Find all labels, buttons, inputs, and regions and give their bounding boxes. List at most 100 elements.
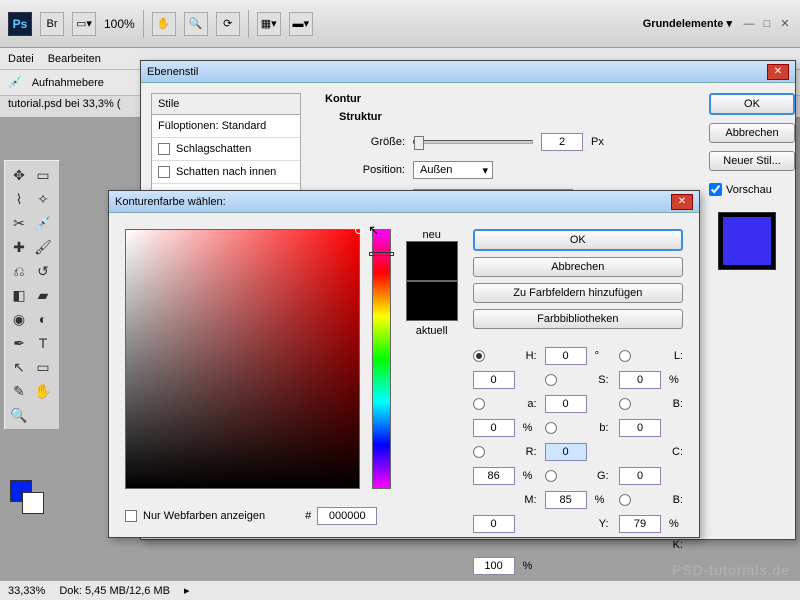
background-color-swatch[interactable] <box>22 492 44 514</box>
a-input[interactable] <box>545 395 587 413</box>
rgb-b-input[interactable] <box>473 515 515 533</box>
lasso-tool-icon[interactable]: ⌇ <box>7 187 31 211</box>
shape-tool-icon[interactable]: ▭ <box>31 355 55 379</box>
radio-h[interactable] <box>473 350 485 362</box>
size-slider[interactable] <box>413 140 533 144</box>
crop-tool-icon[interactable]: ✂ <box>7 211 31 235</box>
position-label: Position: <box>325 164 405 176</box>
stamp-tool-icon[interactable]: ⎌ <box>7 259 31 283</box>
expand-icon[interactable]: ▸ <box>184 584 190 597</box>
size-input[interactable] <box>541 133 583 151</box>
hand-tool-icon[interactable]: ✋ <box>152 12 176 36</box>
r-input[interactable] <box>545 443 587 461</box>
history-brush-icon[interactable]: ↺ <box>31 259 55 283</box>
style-item-dropshadow[interactable]: Schlagschatten <box>152 138 300 161</box>
hex-input[interactable] <box>317 507 377 525</box>
cancel-button[interactable]: Abbrechen <box>709 123 795 143</box>
close-icon[interactable]: ✕ <box>778 17 792 31</box>
notes-tool-icon[interactable]: ✎ <box>7 379 31 403</box>
heal-tool-icon[interactable]: ✚ <box>7 235 31 259</box>
zoom-level[interactable]: 100% <box>104 17 135 31</box>
close-icon[interactable]: ✕ <box>671 194 693 210</box>
y-input[interactable] <box>619 515 661 533</box>
maximize-icon[interactable]: □ <box>760 17 774 31</box>
eyedropper-icon[interactable]: 💉 <box>8 76 22 89</box>
close-icon[interactable]: ✕ <box>767 64 789 80</box>
hand-tool-icon[interactable]: ✋ <box>31 379 55 403</box>
radio-rgb-b[interactable] <box>619 494 631 506</box>
fill-options-row[interactable]: Füloptionen: Standard <box>152 115 300 138</box>
position-select[interactable]: Außen <box>413 161 493 179</box>
styles-header[interactable]: Stile <box>152 94 300 115</box>
radio-l[interactable] <box>619 350 631 362</box>
checkbox-icon[interactable] <box>158 166 170 178</box>
radio-s[interactable] <box>545 374 557 386</box>
divider <box>143 10 144 38</box>
bridge-button[interactable]: Br <box>40 12 64 36</box>
type-tool-icon[interactable]: T <box>31 331 55 355</box>
screen-mode-button[interactable]: ▭▾ <box>72 12 96 36</box>
new-style-button[interactable]: Neuer Stil... <box>709 151 795 171</box>
ok-button[interactable]: OK <box>709 93 795 115</box>
color-libraries-button[interactable]: Farbbibliotheken <box>473 309 683 329</box>
hue-slider[interactable] <box>372 229 390 489</box>
gradient-tool-icon[interactable]: ▰ <box>31 283 55 307</box>
cancel-button[interactable]: Abbrechen <box>473 257 683 277</box>
sample-label: Aufnahmebere <box>32 77 104 89</box>
b-hsb-input[interactable] <box>473 419 515 437</box>
new-label: neu <box>403 229 461 241</box>
new-color-swatch <box>406 241 458 281</box>
arrange-docs-button[interactable]: ▦▾ <box>257 12 281 36</box>
add-swatch-button[interactable]: Zu Farbfeldern hinzufügen <box>473 283 683 303</box>
move-tool-icon[interactable]: ✥ <box>7 163 31 187</box>
preview-checkbox[interactable]: Vorschau <box>709 183 785 196</box>
style-item-innershadow[interactable]: Schatten nach innen <box>152 161 300 184</box>
dodge-tool-icon[interactable]: ◐ <box>31 307 55 331</box>
saturation-value-field[interactable] <box>125 229 360 489</box>
pen-tool-icon[interactable]: ✒ <box>7 331 31 355</box>
marquee-tool-icon[interactable]: ▭ <box>31 163 55 187</box>
color-picker-dialog: Konturenfarbe wählen: ✕ neu aktuell OK A… <box>108 190 700 538</box>
l-input[interactable] <box>473 371 515 389</box>
doc-size-status[interactable]: Dok: 5,45 MB/12,6 MB <box>59 585 170 597</box>
dialog-titlebar[interactable]: Ebenenstil ✕ <box>141 61 795 83</box>
wand-tool-icon[interactable]: ✧ <box>31 187 55 211</box>
zoom-status[interactable]: 33,33% <box>8 585 45 597</box>
minimize-icon[interactable]: — <box>742 17 756 31</box>
path-tool-icon[interactable]: ↖ <box>7 355 31 379</box>
divider <box>248 10 249 38</box>
checkbox-icon[interactable] <box>125 510 137 522</box>
radio-a[interactable] <box>473 398 485 410</box>
eraser-tool-icon[interactable]: ◧ <box>7 283 31 307</box>
radio-b[interactable] <box>619 398 631 410</box>
checkbox-icon[interactable] <box>158 143 170 155</box>
window-controls: — □ ✕ <box>742 17 792 31</box>
menu-file[interactable]: Datei <box>8 53 34 65</box>
c-input[interactable] <box>473 467 515 485</box>
brush-tool-icon[interactable]: 🖌 <box>31 235 55 259</box>
color-preview: neu aktuell <box>403 229 461 575</box>
zoom-tool-icon[interactable]: 🔍 <box>7 403 31 427</box>
workspace-switcher[interactable]: Grundelemente ▾ <box>643 17 732 30</box>
hue-thumb[interactable] <box>369 252 393 256</box>
ok-button[interactable]: OK <box>473 229 683 251</box>
lab-b-input[interactable] <box>619 419 661 437</box>
eyedropper-tool-icon[interactable]: 💉 <box>31 211 55 235</box>
dialog-side-buttons: OK Abbrechen Neuer Stil... Vorschau <box>699 83 795 539</box>
radio-g[interactable] <box>545 470 557 482</box>
blur-tool-icon[interactable]: ◉ <box>7 307 31 331</box>
s-input[interactable] <box>619 371 661 389</box>
radio-r[interactable] <box>473 446 485 458</box>
zoom-tool-icon[interactable]: 🔍 <box>184 12 208 36</box>
web-only-checkbox[interactable]: Nur Webfarben anzeigen <box>125 510 265 522</box>
dialog-titlebar[interactable]: Konturenfarbe wählen: ✕ <box>109 191 699 213</box>
current-color-swatch[interactable] <box>406 281 458 321</box>
m-input[interactable] <box>545 491 587 509</box>
h-input[interactable] <box>545 347 587 365</box>
k-input[interactable] <box>473 557 515 575</box>
screenmode-button[interactable]: ▬▾ <box>289 12 313 36</box>
radio-lab-b[interactable] <box>545 422 557 434</box>
rotate-view-icon[interactable]: ⟳ <box>216 12 240 36</box>
menu-edit[interactable]: Bearbeiten <box>48 53 101 65</box>
g-input[interactable] <box>619 467 661 485</box>
